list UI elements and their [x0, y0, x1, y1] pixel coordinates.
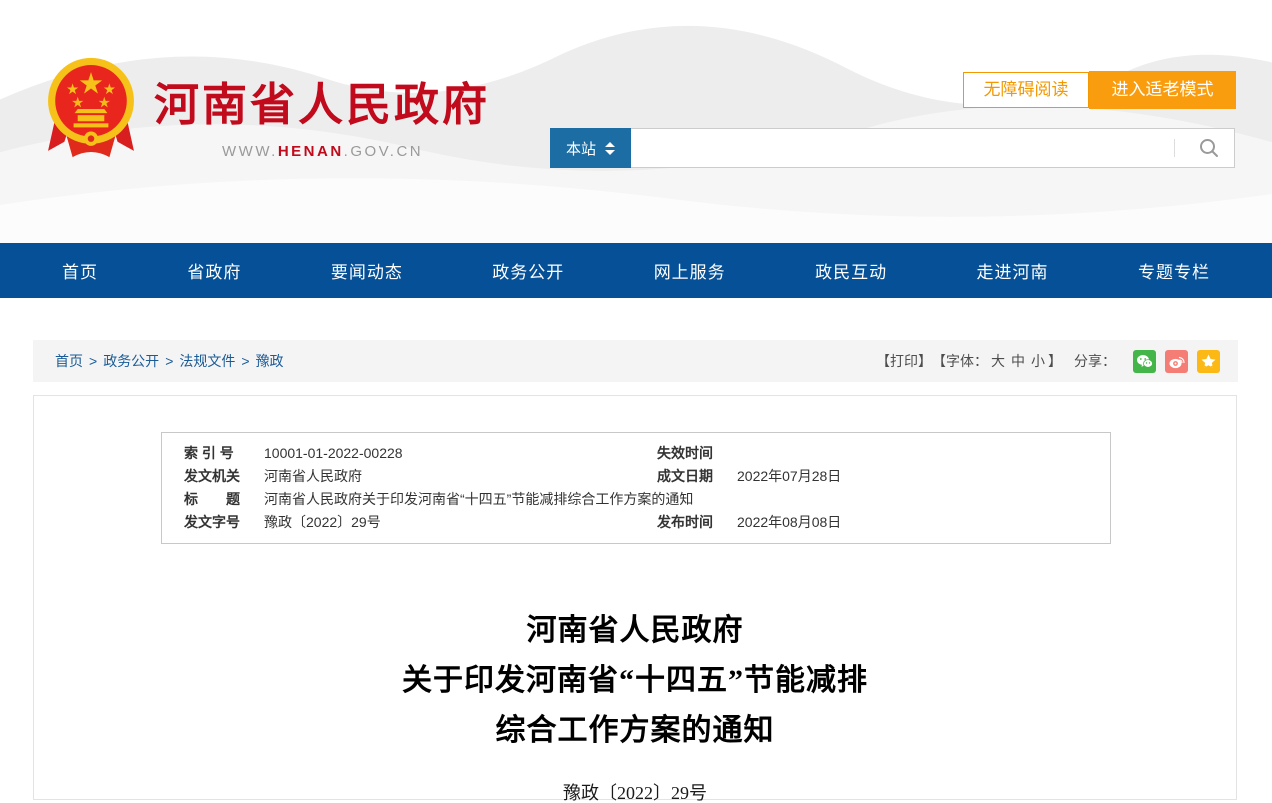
article-container: 索 引 号 10001-01-2022-00228 失效时间 发文机关 河南省人… — [33, 395, 1237, 800]
favorite-star-icon — [1200, 353, 1217, 370]
breadcrumb-link-yuzheng[interactable]: 豫政 — [256, 353, 284, 369]
meta-value-expiry — [737, 442, 1090, 465]
share-wechat-button[interactable] — [1133, 350, 1156, 373]
site-url: WWW.HENAN.GOV.CN — [222, 143, 490, 160]
font-size-small-button[interactable]: 小 — [1031, 353, 1045, 369]
accessibility-buttons: 无障碍阅读 进入适老模式 — [963, 71, 1236, 109]
meta-row: 索 引 号 10001-01-2022-00228 失效时间 — [184, 442, 1090, 465]
share-favorite-button[interactable] — [1197, 350, 1220, 373]
search-scope-select[interactable]: 本站 — [550, 128, 631, 168]
share-label: 分享： — [1074, 351, 1116, 371]
nav-item-gov-info[interactable]: 政务公开 — [492, 258, 564, 283]
site-url-highlight: HENAN — [278, 143, 344, 160]
font-size-open: 【字体： — [932, 353, 988, 369]
document-title-line: 综合工作方案的通知 — [34, 706, 1236, 756]
meta-row: 发文字号 豫政〔2022〕29号 发布时间 2022年08月08日 — [184, 511, 1090, 534]
meta-label-expiry: 失效时间 — [657, 442, 719, 465]
breadcrumb-link-home[interactable]: 首页 — [55, 353, 83, 369]
search-scope-label: 本站 — [566, 138, 596, 159]
site-search: 本站 — [550, 128, 1235, 168]
search-icon — [1198, 137, 1220, 159]
nav-item-interaction[interactable]: 政民互动 — [815, 258, 887, 283]
breadcrumb: 首页 > 政务公开 > 法规文件 > 豫政 — [55, 351, 284, 371]
breadcrumb-link-regulations[interactable]: 法规文件 — [179, 353, 235, 369]
document-number: 豫政〔2022〕29号 — [34, 779, 1236, 803]
breadcrumb-bar: 首页 > 政务公开 > 法规文件 > 豫政 【打印】 【字体：大中小】 分享： — [33, 340, 1238, 382]
wechat-icon — [1136, 353, 1153, 370]
meta-label-doc-number: 发文字号 — [184, 511, 246, 534]
site-logo-group[interactable]: 河南省人民政府 WWW.HENAN.GOV.CN — [46, 54, 490, 164]
meta-label-index-number: 索 引 号 — [184, 442, 246, 465]
search-button[interactable] — [1191, 130, 1227, 166]
meta-value-written-date: 2022年07月28日 — [737, 465, 1090, 488]
nav-item-about-henan[interactable]: 走进河南 — [977, 258, 1049, 283]
meta-value-title: 河南省人民政府关于印发河南省“十四五”节能减排综合工作方案的通知 — [264, 488, 1090, 511]
breadcrumb-separator: > — [165, 353, 173, 369]
meta-value-index-number: 10001-01-2022-00228 — [264, 442, 639, 465]
search-right-group — [1174, 128, 1227, 168]
meta-label-agency: 发文机关 — [184, 465, 246, 488]
font-size-large-button[interactable]: 大 — [991, 353, 1005, 369]
site-title: 河南省人民政府 — [154, 68, 490, 133]
page-tools: 【打印】 【字体：大中小】 分享： — [876, 350, 1220, 373]
font-size-group: 【字体：大中小】 — [932, 351, 1062, 371]
document-title-line: 河南省人民政府 — [34, 606, 1236, 656]
site-ident: 河南省人民政府 WWW.HENAN.GOV.CN — [154, 54, 490, 164]
nav-item-provincial-government[interactable]: 省政府 — [187, 258, 241, 283]
print-button[interactable]: 【打印】 — [876, 351, 932, 371]
meta-label-written-date: 成文日期 — [657, 465, 719, 488]
site-header: 河南省人民政府 WWW.HENAN.GOV.CN 无障碍阅读 进入适老模式 本站 — [0, 0, 1272, 243]
meta-value-publish-date: 2022年08月08日 — [737, 511, 1090, 534]
meta-label-publish-date: 发布时间 — [657, 511, 719, 534]
nav-item-online-services[interactable]: 网上服务 — [654, 258, 726, 283]
site-url-prefix: WWW. — [222, 143, 278, 160]
nav-item-news[interactable]: 要闻动态 — [331, 258, 403, 283]
share-weibo-button[interactable] — [1165, 350, 1188, 373]
meta-label-title: 标 题 — [184, 488, 246, 511]
select-arrows-icon — [605, 142, 615, 155]
breadcrumb-link-gov-info[interactable]: 政务公开 — [103, 353, 159, 369]
nav-item-home[interactable]: 首页 — [62, 258, 98, 283]
search-divider — [1174, 139, 1175, 157]
font-size-close: 】 — [1048, 353, 1062, 369]
font-size-medium-button[interactable]: 中 — [1011, 353, 1025, 369]
national-emblem-logo — [46, 54, 136, 164]
document-title-line: 关于印发河南省“十四五”节能减排 — [34, 656, 1236, 706]
search-input[interactable] — [631, 128, 1235, 168]
breadcrumb-separator: > — [89, 353, 97, 369]
meta-value-agency: 河南省人民政府 — [264, 465, 639, 488]
elder-mode-button[interactable]: 进入适老模式 — [1089, 71, 1236, 109]
meta-row: 标 题 河南省人民政府关于印发河南省“十四五”节能减排综合工作方案的通知 — [184, 488, 1090, 511]
breadcrumb-separator: > — [241, 353, 249, 369]
nav-item-special-topics[interactable]: 专题专栏 — [1138, 258, 1210, 283]
main-nav: 首页 省政府 要闻动态 政务公开 网上服务 政民互动 走进河南 专题专栏 — [0, 243, 1272, 298]
weibo-icon — [1168, 353, 1185, 370]
document-title: 河南省人民政府 关于印发河南省“十四五”节能减排 综合工作方案的通知 — [34, 606, 1236, 756]
meta-value-doc-number: 豫政〔2022〕29号 — [264, 511, 639, 534]
meta-row: 发文机关 河南省人民政府 成文日期 2022年07月28日 — [184, 465, 1090, 488]
site-url-suffix: .GOV.CN — [344, 143, 423, 160]
accessible-reading-button[interactable]: 无障碍阅读 — [963, 72, 1089, 108]
document-meta-table: 索 引 号 10001-01-2022-00228 失效时间 发文机关 河南省人… — [161, 432, 1111, 544]
